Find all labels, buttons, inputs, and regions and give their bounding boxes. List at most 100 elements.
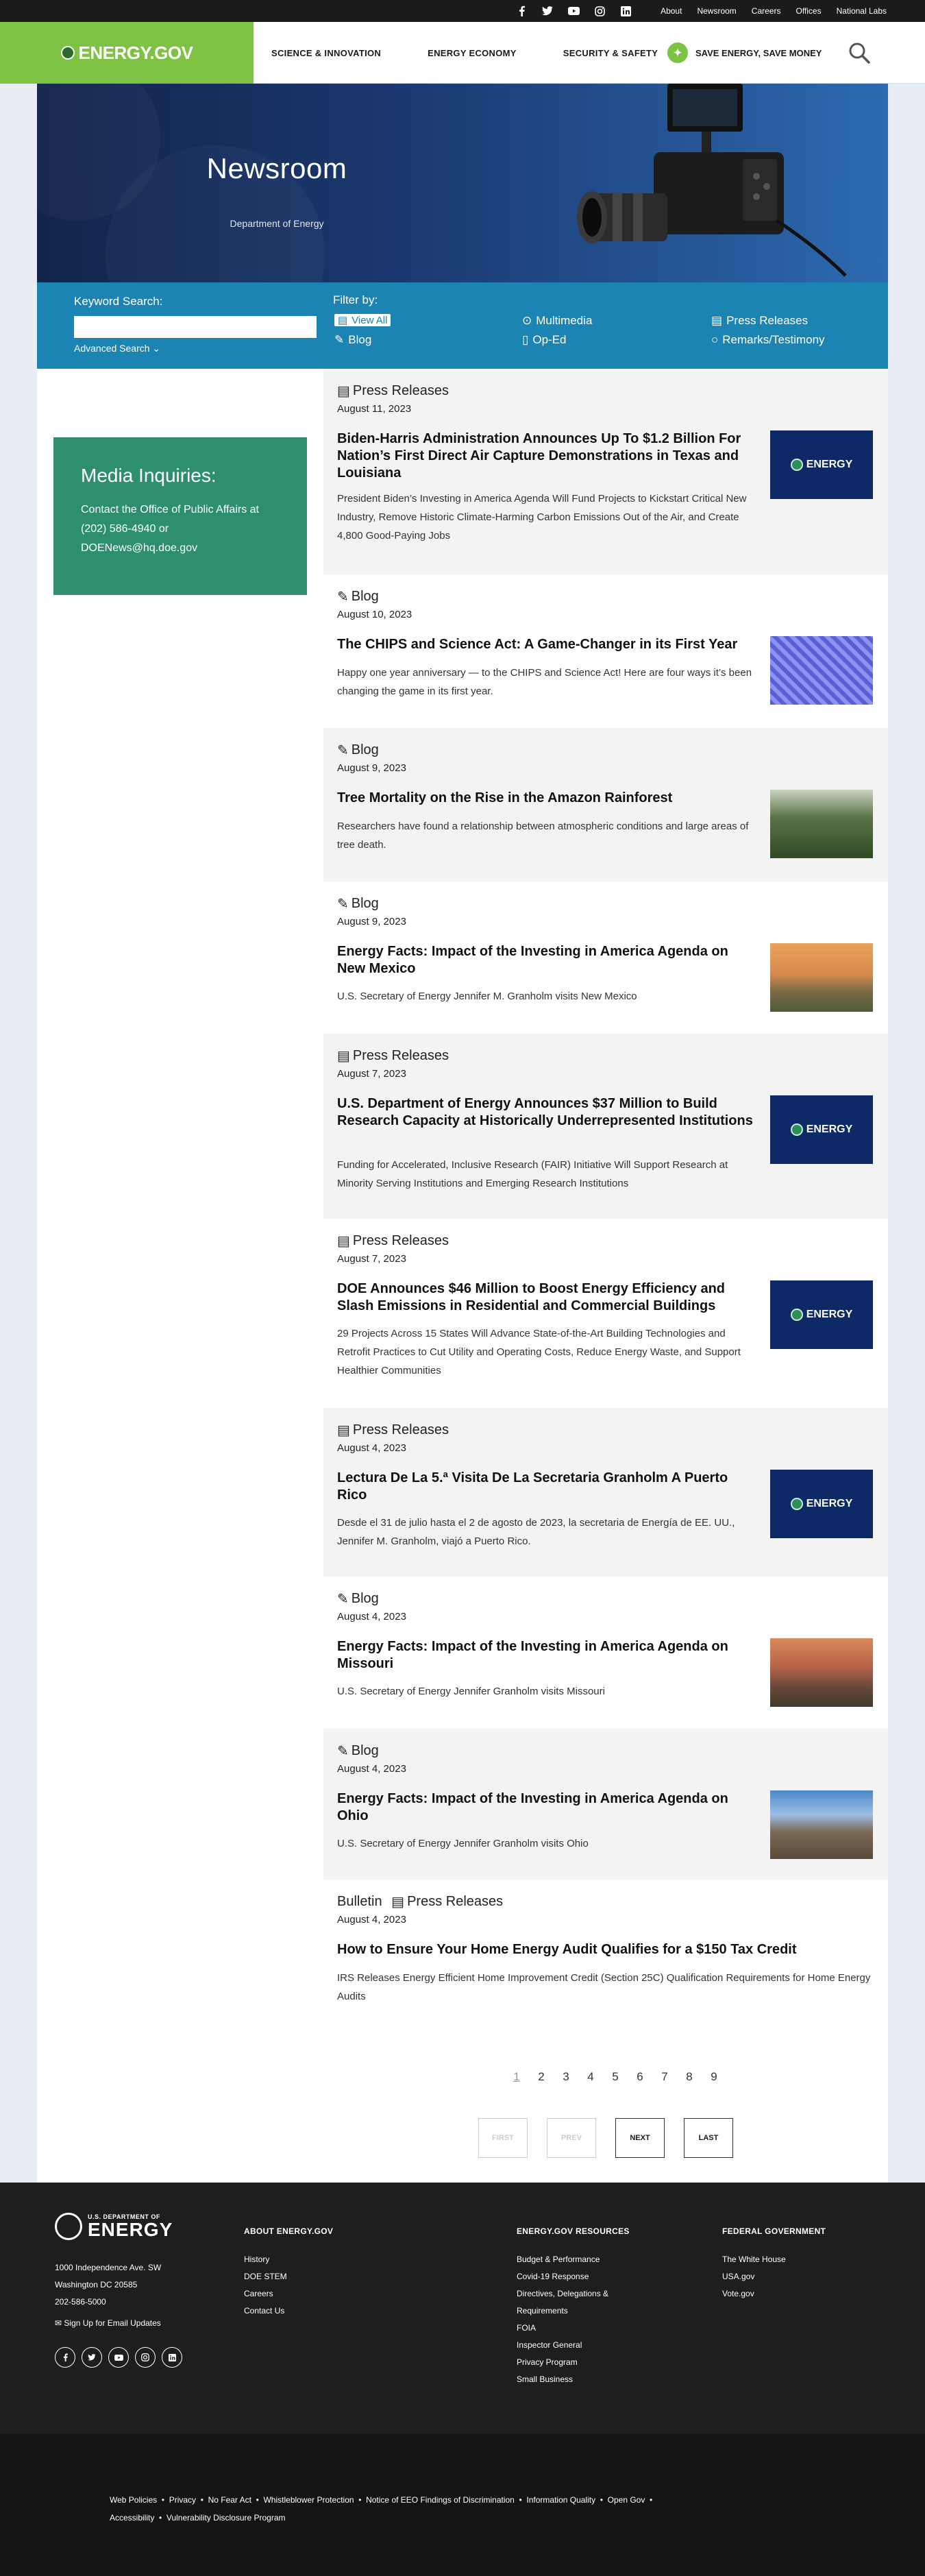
doe-seal-icon — [60, 46, 75, 60]
facebook-icon[interactable] — [515, 5, 528, 17]
save-energy-link[interactable]: ✦ SAVE ENERGY, SAVE MONEY — [667, 42, 822, 64]
filter-press-releases[interactable]: ▤ Press Releases — [711, 314, 808, 328]
article-title[interactable]: Energy Facts: Impact of the Investing in… — [337, 943, 755, 977]
footer-link[interactable]: FOIA — [517, 2320, 654, 2337]
util-link-national-labs[interactable]: National Labs — [837, 6, 887, 16]
article-thumbnail[interactable] — [770, 943, 873, 1012]
footer-link[interactable]: Vote.gov — [722, 2285, 826, 2302]
footer-link[interactable]: History — [244, 2251, 333, 2268]
first-page-button[interactable]: FIRST — [478, 2118, 528, 2158]
filter-op-ed[interactable]: ▯ Op-Ed — [522, 333, 567, 347]
search-icon[interactable] — [847, 40, 872, 65]
prev-page-button[interactable]: PREV — [547, 2118, 596, 2158]
page-link[interactable]: 5 — [603, 2070, 628, 2084]
facebook-icon[interactable] — [55, 2347, 75, 2368]
footer-bottom-link[interactable]: Notice of EEO Findings of Discrimination — [366, 2495, 515, 2505]
footer-link[interactable]: Budget & Performance — [517, 2251, 654, 2268]
footer-link[interactable]: Small Business — [517, 2371, 654, 2388]
filter-remarks-label: Remarks/Testimony — [722, 333, 825, 346]
article-title[interactable]: Biden-Harris Administration Announces Up… — [337, 430, 755, 482]
footer-bottom-link[interactable]: No Fear Act — [208, 2495, 251, 2505]
footer-link[interactable]: Directives, Delegations & Requirements — [517, 2285, 654, 2320]
footer-bottom-link[interactable]: Open Gov — [608, 2495, 645, 2505]
keyword-search-input[interactable] — [74, 316, 317, 338]
twitter-icon[interactable] — [82, 2347, 102, 2368]
filter-remarks-testimony[interactable]: ○ Remarks/Testimony — [711, 333, 825, 347]
page-link[interactable]: 7 — [652, 2070, 677, 2084]
linkedin-icon[interactable] — [619, 5, 632, 17]
article-thumbnail[interactable]: ENERGY — [770, 1095, 873, 1164]
article-type-label: Press Releases — [352, 1422, 449, 1437]
article-thumbnail[interactable] — [770, 1638, 873, 1707]
article-thumbnail[interactable] — [770, 790, 873, 858]
article-title[interactable]: Tree Mortality on the Rise in the Amazon… — [337, 790, 755, 807]
footer-bottom-link[interactable]: Privacy — [169, 2495, 196, 2505]
page-link[interactable]: 2 — [529, 2070, 554, 2084]
edit-icon: ✎ — [337, 1744, 349, 1759]
article-thumbnail[interactable]: ENERGY — [770, 1280, 873, 1349]
twitter-icon[interactable] — [541, 5, 554, 17]
article-description: Desde el 31 de julio hasta el 2 de agost… — [337, 1517, 735, 1547]
article-title[interactable]: U.S. Department of Energy Announces $37 … — [337, 1095, 755, 1130]
article-thumbnail[interactable] — [770, 636, 873, 705]
footer-link[interactable]: Covid-19 Response — [517, 2268, 654, 2285]
next-page-button[interactable]: NEXT — [615, 2118, 665, 2158]
linkedin-icon[interactable] — [162, 2347, 182, 2368]
page-link[interactable]: 6 — [628, 2070, 652, 2084]
article-title[interactable]: Energy Facts: Impact of the Investing in… — [337, 1790, 755, 1825]
email-signup-link[interactable]: ✉ Sign Up for Email Updates — [55, 2318, 161, 2328]
filter-view-all[interactable]: ▤ View All — [334, 314, 391, 326]
article-thumbnail[interactable]: ENERGY — [770, 1470, 873, 1538]
nav-item-security-safety[interactable]: SECURITY & SAFETY — [563, 48, 658, 58]
article-title[interactable]: How to Ensure Your Home Energy Audit Qua… — [337, 1941, 872, 1958]
thumbnail-label: ENERGY — [806, 1123, 853, 1135]
footer-bottom-link[interactable]: Web Policies — [110, 2495, 157, 2505]
advanced-search-link[interactable]: Advanced Search ⌄ — [74, 343, 160, 354]
footer-bottom-link[interactable]: Whistleblower Protection — [263, 2495, 354, 2505]
last-page-button[interactable]: LAST — [684, 2118, 733, 2158]
site-logo[interactable]: ENERGY.GOV — [0, 22, 254, 84]
article-title[interactable]: Lectura De La 5.ª Visita De La Secretari… — [337, 1470, 755, 1504]
page-link[interactable]: 4 — [578, 2070, 603, 2084]
footer-logo[interactable]: U.S. DEPARTMENT OF ENERGY — [55, 2213, 173, 2240]
page-link[interactable]: 3 — [554, 2070, 578, 2084]
footer-link[interactable]: USA.gov — [722, 2268, 826, 2285]
footer-link[interactable]: Privacy Program — [517, 2354, 654, 2371]
youtube-icon[interactable] — [108, 2347, 129, 2368]
util-link-careers[interactable]: Careers — [752, 6, 781, 16]
footer-link[interactable]: DOE STEM — [244, 2268, 333, 2285]
footer-column-federal: FEDERAL GOVERNMENT The White House USA.g… — [722, 2226, 826, 2302]
article-thumbnail[interactable] — [770, 1790, 873, 1859]
article-thumbnail[interactable]: ENERGY — [770, 430, 873, 499]
util-link-offices[interactable]: Offices — [796, 6, 821, 16]
nav-item-energy-economy[interactable]: ENERGY ECONOMY — [428, 48, 517, 58]
page-link[interactable]: 8 — [677, 2070, 702, 2084]
article-description: U.S. Secretary of Energy Jennifer Granho… — [337, 1686, 605, 1697]
footer-link[interactable]: Contact Us — [244, 2302, 333, 2320]
article-date: August 7, 2023 — [337, 1253, 406, 1265]
filter-multimedia[interactable]: ⊙ Multimedia — [522, 314, 592, 328]
page-link[interactable]: 9 — [702, 2070, 726, 2084]
article-card: ✎ Blog August 4, 2023 Energy Facts: Impac… — [323, 1729, 888, 1880]
footer-link[interactable]: Inspector General — [517, 2337, 654, 2354]
footer-bottom-link[interactable]: Accessibility — [110, 2513, 154, 2523]
instagram-icon[interactable] — [593, 5, 606, 17]
article-title[interactable]: DOE Announces $46 Million to Boost Energ… — [337, 1280, 755, 1315]
instagram-icon[interactable] — [135, 2347, 156, 2368]
article-card: ✎ Blog August 9, 2023 Energy Facts: Impac… — [323, 882, 888, 1034]
footer-bottom-link[interactable]: Information Quality — [526, 2495, 595, 2505]
youtube-icon[interactable] — [567, 5, 580, 17]
footer-link[interactable]: Careers — [244, 2285, 333, 2302]
footer-link[interactable]: The White House — [722, 2251, 826, 2268]
document-icon: ▯ — [522, 333, 529, 346]
pagination: 1 2 3 4 5 6 7 8 9 — [504, 2070, 726, 2084]
footer-bottom-link[interactable]: Vulnerability Disclosure Program — [166, 2513, 286, 2523]
filter-blog[interactable]: ✎ Blog — [334, 333, 371, 347]
article-title[interactable]: Energy Facts: Impact of the Investing in… — [337, 1638, 755, 1673]
article-title[interactable]: The CHIPS and Science Act: A Game-Change… — [337, 636, 755, 653]
util-link-newsroom[interactable]: Newsroom — [697, 6, 736, 16]
advanced-search-label: Advanced Search — [74, 343, 150, 354]
util-link-about[interactable]: About — [661, 6, 682, 16]
nav-item-science-innovation[interactable]: SCIENCE & INNOVATION — [271, 48, 381, 58]
page-link[interactable]: 1 — [504, 2070, 529, 2084]
